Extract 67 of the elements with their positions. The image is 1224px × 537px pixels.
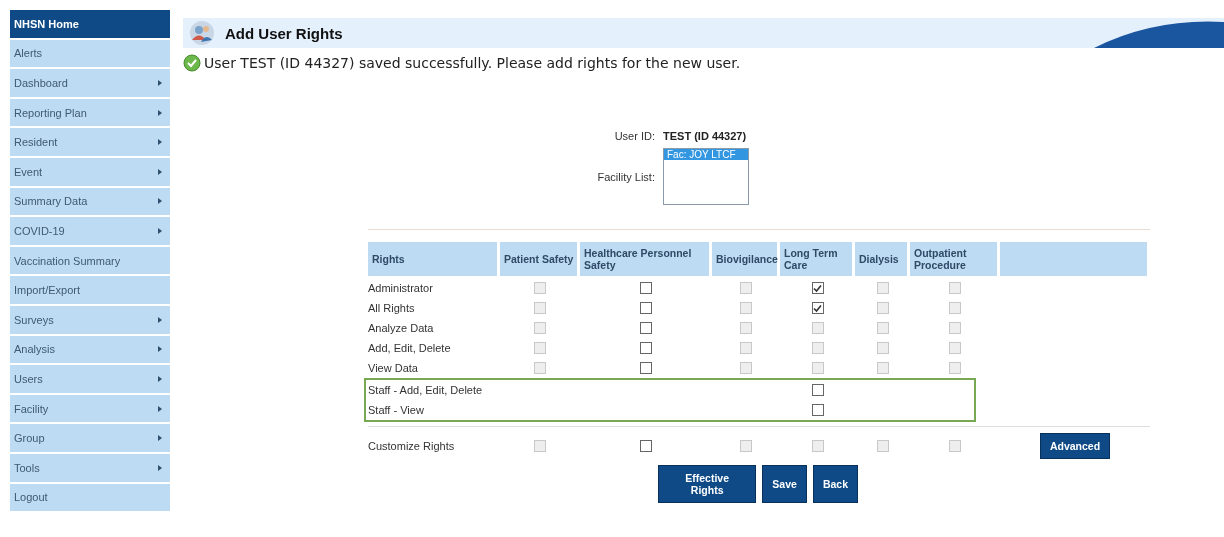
caret-icon	[158, 405, 162, 412]
sidebar-item[interactable]: COVID-19	[10, 217, 170, 245]
column-header: Long Term Care	[780, 242, 852, 276]
checkbox[interactable]	[811, 384, 824, 396]
caret-icon	[158, 464, 162, 471]
checkbox[interactable]	[640, 362, 652, 374]
checkbox[interactable]	[811, 282, 824, 294]
caret-icon	[158, 80, 162, 86]
sidebar-item[interactable]: Event	[10, 157, 170, 186]
sidebar-item[interactable]: Summary Data	[10, 187, 170, 216]
sidebar-item[interactable]: Facility	[10, 394, 170, 423]
sidebar-item[interactable]: Vaccination Summary	[10, 246, 170, 275]
success-message: User TEST (ID 44327) saved successfully. Please add rights for the new user.	[204, 55, 741, 71]
right-label: Staff - Add, Edit, Delete	[368, 384, 484, 396]
sidebar-item[interactable]: Reporting Plan	[10, 98, 170, 127]
facility-listbox[interactable]: Fac: JOY LTCF	[663, 148, 749, 205]
checkbox[interactable]	[640, 342, 652, 354]
column-header: Patient Safety	[500, 242, 577, 276]
checkbox[interactable]	[640, 302, 652, 314]
caret-icon	[158, 375, 162, 382]
people-icon	[189, 20, 215, 46]
sidebar-item[interactable]: NHSN Home	[10, 10, 170, 38]
advanced-button[interactable]: Advanced	[1039, 433, 1111, 459]
caret-icon	[158, 227, 162, 234]
right-label: All Rights	[368, 302, 416, 314]
sidebar-item[interactable]: Alerts	[10, 39, 170, 68]
caret-icon	[158, 198, 162, 205]
caret-icon	[158, 139, 162, 146]
action-button[interactable]: Back	[812, 465, 858, 503]
field-label: Facility List:	[597, 170, 655, 183]
sidebar-item[interactable]: Dashboard	[10, 69, 170, 97]
checkbox[interactable]	[811, 404, 824, 416]
user-id-value: TEST (ID 44327)	[663, 130, 748, 142]
check-icon	[183, 54, 201, 72]
sidebar-item[interactable]: Resident	[10, 128, 170, 156]
caret-icon	[158, 435, 162, 442]
caret-icon	[158, 346, 162, 353]
column-header: Dialysis	[855, 242, 907, 276]
action-button[interactable]: Effective Rights	[658, 465, 757, 503]
caret-icon	[158, 168, 162, 175]
checkbox[interactable]	[640, 440, 652, 452]
field-label: User ID:	[614, 130, 655, 142]
column-header: Healthcare Personnel Safety	[580, 242, 709, 276]
column-header: Outpatient Procedure	[910, 242, 997, 276]
sidebar-item[interactable]: Import/Export	[10, 276, 170, 304]
column-header: Biovigilance	[712, 242, 777, 276]
column-header: Rights	[368, 242, 497, 276]
right-label: Administrator	[368, 282, 434, 294]
right-label: Staff - View	[368, 404, 425, 416]
right-label: Customize Rights	[368, 440, 456, 452]
sidebar-item[interactable]: Logout	[10, 483, 170, 512]
right-label: Analyze Data	[368, 322, 435, 334]
list-option[interactable]: Fac: JOY LTCF	[664, 149, 748, 160]
caret-icon	[158, 109, 162, 116]
checkbox[interactable]	[811, 302, 824, 314]
sidebar-item[interactable]: Group	[10, 424, 170, 452]
sidebar-item[interactable]: Analysis	[10, 335, 170, 364]
right-label: Add, Edit, Delete	[368, 342, 452, 354]
sidebar-item[interactable]: Surveys	[10, 305, 170, 334]
checkbox[interactable]	[640, 282, 652, 294]
right-label: View Data	[368, 362, 419, 374]
sidebar-item[interactable]: Tools	[10, 453, 170, 482]
page-title: Add User Rights	[225, 24, 343, 42]
checkbox[interactable]	[640, 322, 652, 334]
sidebar-item[interactable]: Users	[10, 365, 170, 393]
caret-icon	[158, 316, 162, 323]
action-button[interactable]: Save	[762, 465, 807, 503]
